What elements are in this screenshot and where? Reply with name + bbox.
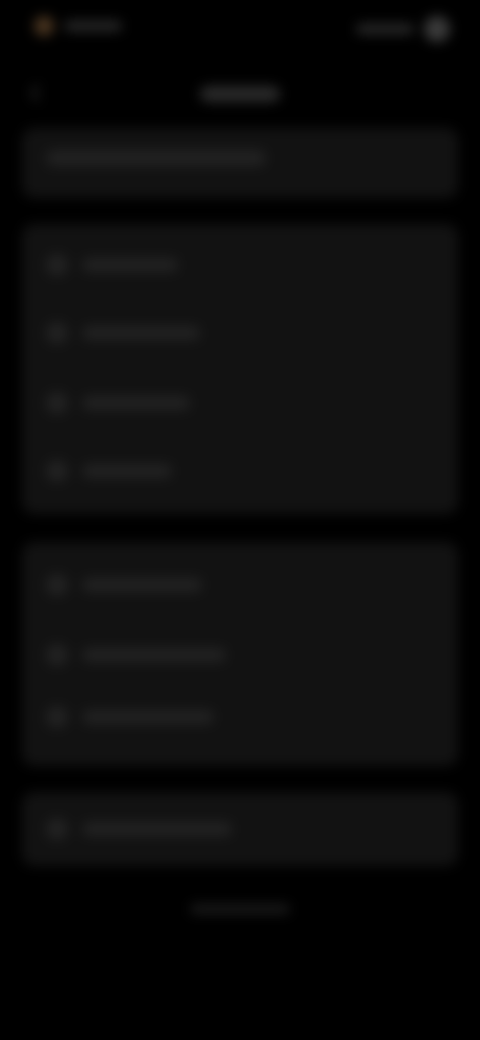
circle-icon [46,460,68,482]
orange-dot-icon [34,16,54,36]
list-item[interactable] [46,392,190,414]
status-bar [0,0,480,62]
status-right [356,16,450,42]
settings-group-1 [22,224,458,514]
circle-icon [46,322,68,344]
circle-icon [46,706,68,728]
status-indicators [356,24,414,34]
list-item[interactable] [46,460,172,482]
circle-icon [46,644,68,666]
list-item[interactable] [46,644,226,666]
circle-icon [46,818,68,840]
header-card [22,128,458,198]
home-indicator[interactable] [190,904,290,914]
list-item[interactable] [46,254,178,276]
header-row-label [46,150,266,166]
page-title [200,86,280,102]
list-item-label [82,326,200,340]
settings-group-3 [22,792,458,866]
navigation-bar [0,72,480,116]
list-item[interactable] [46,818,232,840]
circle-icon [46,254,68,276]
circle-icon [424,16,450,42]
blurred-screen [0,0,480,1040]
list-item-label [82,464,172,478]
status-time [64,21,122,31]
status-left [34,16,122,36]
list-item[interactable] [46,322,200,344]
settings-group-2 [22,542,458,766]
chevron-left-icon[interactable] [28,84,42,102]
list-item-label [82,822,232,836]
list-item[interactable] [46,706,214,728]
list-item[interactable] [46,574,202,596]
list-item-label [82,648,226,662]
list-item-label [82,396,190,410]
list-item-label [82,710,214,724]
list-item-label [82,258,178,272]
circle-icon [46,392,68,414]
list-item-label [82,578,202,592]
circle-icon [46,574,68,596]
